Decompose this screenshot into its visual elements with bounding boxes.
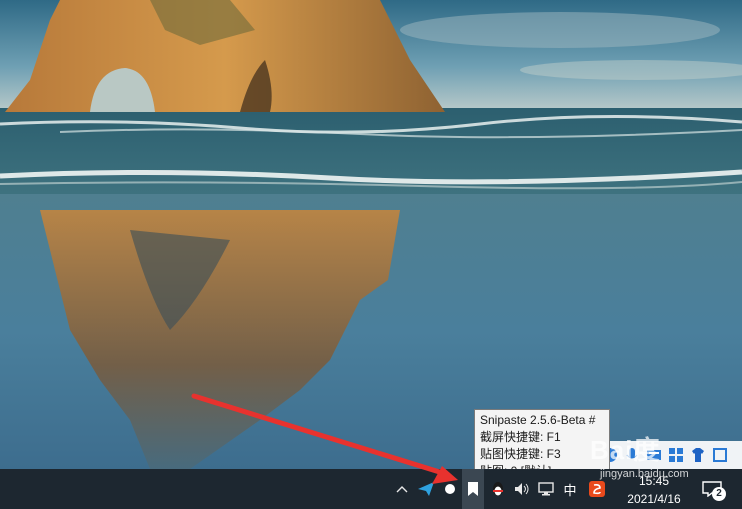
tooltip-screenshot-hotkey: 截屏快捷键: F1 — [480, 430, 561, 444]
system-clock[interactable]: 15:45 2021/4/16 — [612, 472, 696, 508]
sogou-icon[interactable] — [586, 469, 608, 509]
snipaste-icon[interactable] — [462, 469, 484, 509]
grid-icon[interactable] — [668, 447, 684, 463]
volume-icon[interactable] — [512, 469, 532, 509]
qq-penguin-icon[interactable] — [488, 469, 508, 509]
tray-overflow-strip — [596, 441, 742, 469]
network-icon[interactable] — [536, 469, 556, 509]
settings-grid-icon[interactable] — [712, 447, 728, 463]
ime-icon[interactable]: 中 — [560, 469, 580, 509]
white-dot-icon[interactable] — [440, 469, 460, 509]
microphone-icon[interactable] — [624, 447, 640, 463]
paper-plane-icon[interactable] — [416, 469, 436, 509]
keyboard-icon[interactable] — [646, 447, 662, 463]
tooltip-title: Snipaste 2.5.6-Beta # — [480, 413, 596, 427]
tooltip-paste-hotkey: 贴图快捷键: F3 — [480, 447, 561, 461]
chevron-up-icon[interactable] — [392, 469, 412, 509]
clock-time: 15:45 — [638, 474, 670, 488]
clock-date: 2021/4/16 — [627, 492, 681, 506]
shirt-icon[interactable] — [690, 447, 706, 463]
notification-count-badge: 2 — [712, 487, 726, 501]
desktop-wallpaper — [0, 0, 742, 469]
